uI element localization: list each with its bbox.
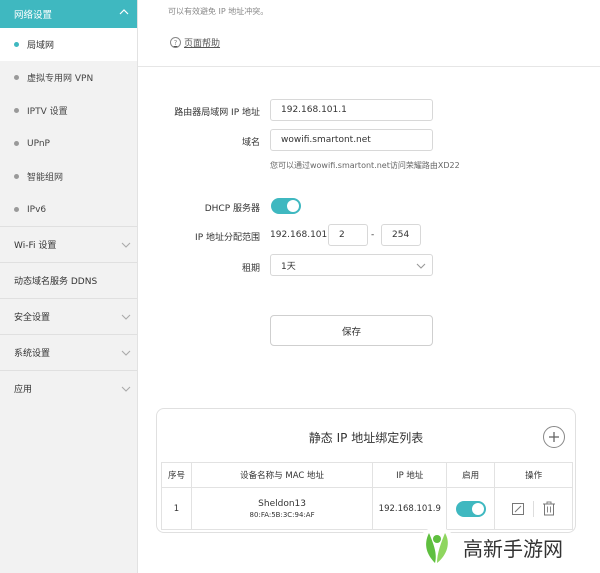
chevron-down-icon [121, 314, 131, 320]
ip-range-prefix: 192.168.101. [270, 230, 331, 240]
sidebar-group-label: Wi-Fi 设置 [14, 241, 57, 251]
add-binding-button[interactable] [543, 426, 565, 448]
table-header-row: 序号 设备名称与 MAC 地址 IP 地址 启用 操作 [161, 462, 573, 488]
dhcp-label: DHCP 服务器 [204, 204, 260, 214]
top-note: 可以有效避免 IP 地址冲突。 [168, 7, 269, 16]
chevron-down-icon [416, 263, 426, 269]
watermark-logo-icon [417, 527, 457, 567]
sidebar-item-label: 局域网 [27, 41, 55, 51]
lease-select[interactable]: 1天 [270, 254, 433, 276]
bullet-icon [14, 75, 19, 80]
sidebar-group-label: 系统设置 [14, 349, 51, 359]
ip-range-dash: - [371, 230, 375, 240]
chevron-down-icon [121, 350, 131, 356]
static-ip-card: 静态 IP 地址绑定列表 序号 设备名称与 MAC 地址 IP 地址 启用 操作… [156, 408, 576, 533]
row-actions [494, 487, 573, 530]
question-icon: ? [170, 37, 181, 48]
bullet-icon [14, 42, 19, 47]
domain-input[interactable]: wowifi.smartont.net [270, 129, 433, 151]
main-panel: 可以有效避免 IP 地址冲突。 ? 页面帮助 路由器局域网 IP 地址 192.… [138, 0, 600, 573]
static-ip-table: 序号 设备名称与 MAC 地址 IP 地址 启用 操作 1 Sheldon13 … [161, 462, 573, 530]
sidebar-item-vpn[interactable]: 虚拟专用网 VPN [0, 61, 137, 94]
router-ip-label: 路由器局域网 IP 地址 [174, 108, 260, 118]
sidebar-header-network-settings[interactable]: 网络设置 [0, 0, 137, 28]
bullet-icon [14, 174, 19, 179]
sidebar-group-label: 动态域名服务 DDNS [14, 277, 98, 287]
watermark-text: 高新手游网 [463, 536, 563, 561]
sidebar-item-lan[interactable]: 局域网 [0, 28, 137, 61]
sidebar-item-smart-mesh[interactable]: 智能组网 [0, 160, 137, 193]
col-enabled: 启用 [446, 462, 496, 488]
edit-icon[interactable] [511, 502, 525, 516]
domain-hint: 您可以通过wowifi.smartont.net访问荣耀路由XD22 [270, 161, 460, 170]
row-enabled [446, 487, 496, 530]
domain-label: 域名 [241, 138, 260, 148]
static-ip-title: 静态 IP 地址绑定列表 [308, 431, 424, 445]
watermark: 高新手游网 [415, 525, 563, 569]
ip-range-start-input[interactable]: 2 [328, 224, 368, 246]
bullet-icon [14, 108, 19, 113]
ip-range-end-input[interactable]: 254 [381, 224, 421, 246]
col-index: 序号 [161, 462, 192, 488]
row-device: Sheldon13 80:FA:5B:3C:94:AF [190, 487, 374, 530]
device-mac: 80:FA:5B:3C:94:AF [249, 511, 315, 519]
lease-value: 1天 [281, 261, 296, 272]
chevron-up-icon [119, 9, 129, 15]
bullet-icon [14, 207, 19, 212]
chevron-down-icon [121, 242, 131, 248]
sidebar-header-label: 网络设置 [14, 10, 53, 21]
page-help-label: 页面帮助 [184, 39, 221, 49]
col-device: 设备名称与 MAC 地址 [190, 462, 374, 488]
device-name: Sheldon13 [258, 499, 307, 509]
domain-value: wowifi.smartont.net [281, 135, 371, 145]
sidebar-item-ipv6[interactable]: IPv6 [0, 193, 137, 226]
router-ip-value: 192.168.101.1 [281, 105, 347, 115]
binding-toggle[interactable] [455, 500, 486, 517]
toggle-knob [471, 502, 484, 515]
trash-icon[interactable] [542, 501, 556, 516]
sidebar-group-ddns[interactable]: 动态域名服务 DDNS [0, 262, 137, 298]
toggle-knob [287, 200, 299, 212]
chevron-down-icon [121, 386, 131, 392]
ip-range-start-value: 2 [339, 230, 345, 240]
row-index: 1 [161, 487, 192, 530]
sidebar: 网络设置 局域网 虚拟专用网 VPN IPTV 设置 UPnP 智能组网 IPv… [0, 0, 138, 573]
col-actions: 操作 [494, 462, 573, 488]
ip-range-end-value: 254 [392, 230, 410, 240]
sidebar-item-iptv[interactable]: IPTV 设置 [0, 94, 137, 127]
sidebar-group-label: 应用 [14, 385, 33, 395]
sidebar-item-label: IPv6 [27, 204, 47, 215]
page-help-link[interactable]: ? 页面帮助 [170, 36, 220, 49]
save-button[interactable]: 保存 [270, 315, 433, 346]
sidebar-group-system[interactable]: 系统设置 [0, 334, 137, 370]
sidebar-group-wifi[interactable]: Wi-Fi 设置 [0, 226, 137, 262]
sidebar-item-upnp[interactable]: UPnP [0, 127, 137, 160]
col-ip: IP 地址 [372, 462, 448, 488]
sidebar-item-label: 智能组网 [27, 173, 64, 183]
row-ip: 192.168.101.9 [372, 487, 448, 530]
sidebar-group-security[interactable]: 安全设置 [0, 298, 137, 334]
action-divider [533, 500, 535, 517]
router-ip-input[interactable]: 192.168.101.1 [270, 99, 433, 121]
sidebar-group-label: 安全设置 [14, 313, 51, 323]
divider [138, 66, 600, 67]
sidebar-item-label: 虚拟专用网 VPN [27, 74, 94, 84]
ip-range-label: IP 地址分配范围 [195, 233, 260, 243]
dhcp-toggle[interactable] [271, 198, 301, 214]
lease-label: 租期 [241, 264, 260, 274]
table-row: 1 Sheldon13 80:FA:5B:3C:94:AF 192.168.10… [161, 487, 573, 530]
plus-icon [549, 432, 559, 442]
sidebar-group-apps[interactable]: 应用 [0, 370, 137, 406]
sidebar-item-label: UPnP [27, 138, 50, 149]
bullet-icon [14, 141, 19, 146]
sidebar-item-label: IPTV 设置 [27, 107, 68, 117]
